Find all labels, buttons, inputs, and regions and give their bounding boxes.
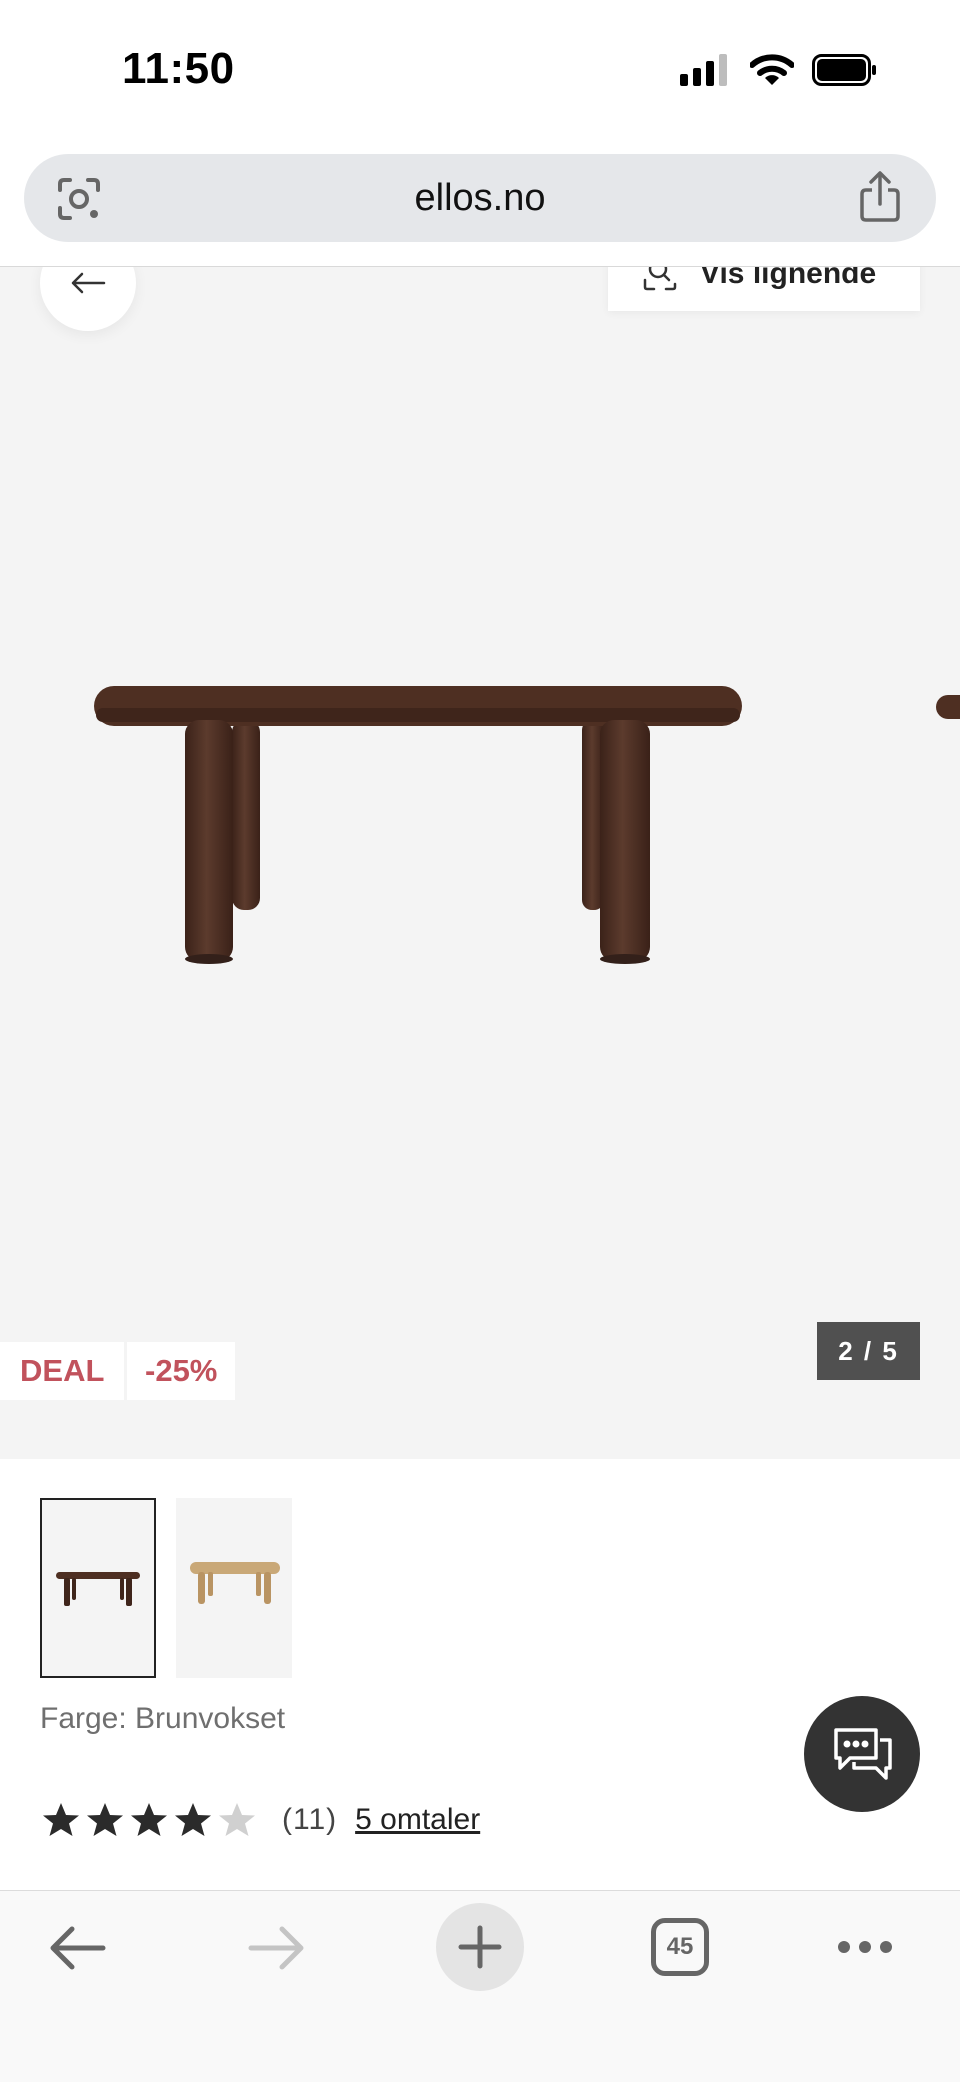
star-filled-icon	[43, 1803, 79, 1836]
chat-button[interactable]	[804, 1696, 920, 1812]
more-dots-icon[interactable]	[836, 1939, 894, 1955]
chat-bubbles-icon	[834, 1728, 892, 1780]
thumbnail-light-wood[interactable]	[176, 1498, 292, 1678]
arrow-left-icon	[71, 272, 106, 294]
share-icon[interactable]	[858, 170, 902, 224]
tab-count-button[interactable]: 45	[651, 1918, 709, 1976]
status-icons	[680, 50, 878, 90]
status-time: 11:50	[122, 44, 235, 93]
arrow-left-icon[interactable]	[48, 1923, 106, 1973]
thumbnail-list	[40, 1498, 292, 1678]
thumbnail-dark-wood[interactable]	[40, 1498, 156, 1678]
url-text[interactable]: ellos.no	[24, 154, 936, 242]
star-filled-icon	[131, 1803, 167, 1836]
signal-icon	[680, 54, 727, 86]
rating-count: (11)	[282, 1803, 338, 1836]
color-label: Farge: Brunvokset	[40, 1702, 286, 1735]
status-bar: 11:50	[0, 0, 960, 140]
url-bar[interactable]: ellos.no	[24, 154, 936, 242]
thumbnail-image-dark	[56, 1572, 140, 1606]
new-tab-button[interactable]	[436, 1903, 524, 1991]
star-filled-icon	[175, 1803, 211, 1836]
plus-icon	[458, 1925, 502, 1969]
reviews-link[interactable]: 5 omtaler	[355, 1803, 480, 1837]
next-image-peek	[936, 695, 960, 719]
thumbnail-image-light	[190, 1562, 280, 1604]
rating-stars	[42, 1802, 256, 1838]
discount-badge: -25%	[127, 1342, 236, 1400]
star-empty-icon	[219, 1803, 255, 1836]
show-similar-button[interactable]: Vis lignende	[608, 267, 920, 311]
battery-icon	[812, 54, 876, 86]
rating-row: (11) 5 omtaler	[42, 1802, 480, 1838]
image-counter: 2 / 5	[817, 1322, 920, 1380]
visual-search-icon	[643, 267, 677, 291]
deal-badge: DEAL	[0, 1342, 125, 1400]
product-image-table[interactable]	[0, 267, 960, 1459]
show-similar-label: Vis lignende	[700, 267, 877, 290]
arrow-right-icon[interactable]	[248, 1923, 306, 1973]
star-filled-icon	[87, 1803, 123, 1836]
wifi-icon	[750, 54, 794, 85]
browser-toolbar: 45	[0, 1890, 960, 2082]
product-gallery[interactable]: Vis lignende DEAL -25% 2 / 5	[0, 267, 960, 1459]
